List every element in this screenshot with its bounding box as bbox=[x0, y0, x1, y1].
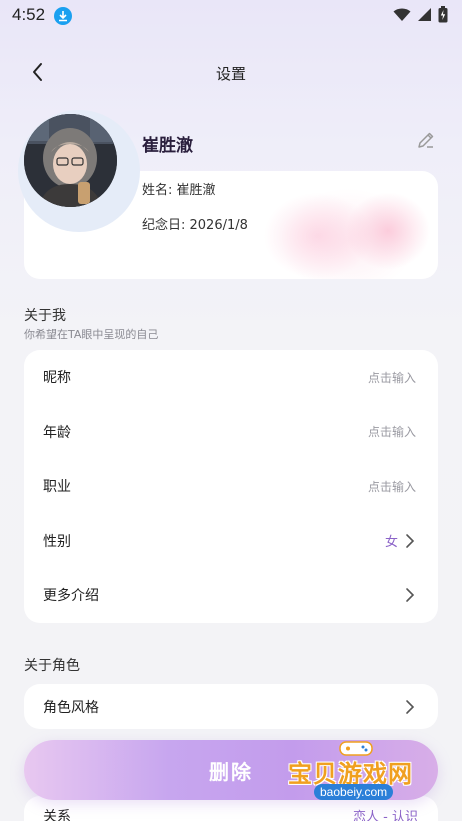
row-age[interactable]: 年龄 点击输入 bbox=[24, 405, 438, 460]
status-bar: 4:52 bbox=[0, 0, 462, 32]
row-label: 性别 bbox=[43, 533, 71, 550]
signal-icon bbox=[418, 8, 431, 21]
row-label: 职业 bbox=[43, 479, 71, 496]
occupation-input[interactable]: 点击输入 bbox=[368, 478, 416, 495]
avatar[interactable] bbox=[24, 114, 117, 207]
battery-icon bbox=[438, 6, 448, 23]
row-gender[interactable]: 性别 女 bbox=[24, 514, 438, 569]
chevron-right-icon bbox=[406, 699, 415, 714]
row-label: 角色风格 bbox=[43, 699, 99, 716]
row-occupation[interactable]: 职业 点击输入 bbox=[24, 459, 438, 514]
about-role-card: 角色风格 bbox=[24, 684, 438, 729]
row-label: 关系 bbox=[43, 809, 71, 821]
status-time: 4:52 bbox=[12, 5, 46, 24]
row-label: 昵称 bbox=[43, 370, 71, 387]
gender-value: 女 bbox=[384, 535, 398, 551]
profile-name: 崔胜澈 bbox=[142, 136, 193, 156]
nav-bar: 设置 bbox=[0, 52, 462, 92]
download-icon bbox=[54, 7, 72, 25]
row-more-intro[interactable]: 更多介绍 bbox=[24, 568, 438, 623]
row-role-style[interactable]: 角色风格 bbox=[24, 684, 438, 729]
relationship-value: 恋人 - 认识 bbox=[353, 810, 418, 821]
edit-icon[interactable] bbox=[416, 130, 436, 150]
system-icons bbox=[393, 6, 448, 23]
page-title: 设置 bbox=[215, 65, 246, 83]
wifi-icon bbox=[393, 8, 411, 21]
section-subtitle-about-me: 你希望在TA眼中呈现的自己 bbox=[24, 328, 159, 341]
row-label: 年龄 bbox=[43, 424, 71, 441]
heart-decoration bbox=[248, 181, 438, 279]
row-nickname[interactable]: 昵称 点击输入 bbox=[24, 350, 438, 405]
row-label: 更多介绍 bbox=[43, 588, 99, 605]
age-input[interactable]: 点击输入 bbox=[368, 423, 416, 440]
chevron-right-icon bbox=[406, 533, 415, 548]
profile-anniversary: 纪念日: 2026/1/8 bbox=[142, 218, 248, 233]
profile-name-line: 姓名: 崔胜澈 bbox=[142, 183, 216, 198]
chevron-right-icon bbox=[406, 588, 415, 603]
section-title-about-me: 关于我 bbox=[24, 308, 66, 324]
section-title-about-role: 关于角色 bbox=[24, 658, 80, 674]
delete-button[interactable]: 删除 bbox=[24, 740, 438, 800]
about-me-card: 昵称 点击输入 年龄 点击输入 职业 点击输入 性别 女 更多介绍 bbox=[24, 350, 438, 623]
nickname-input[interactable]: 点击输入 bbox=[368, 369, 416, 386]
delete-button-label: 删除 bbox=[209, 759, 253, 784]
